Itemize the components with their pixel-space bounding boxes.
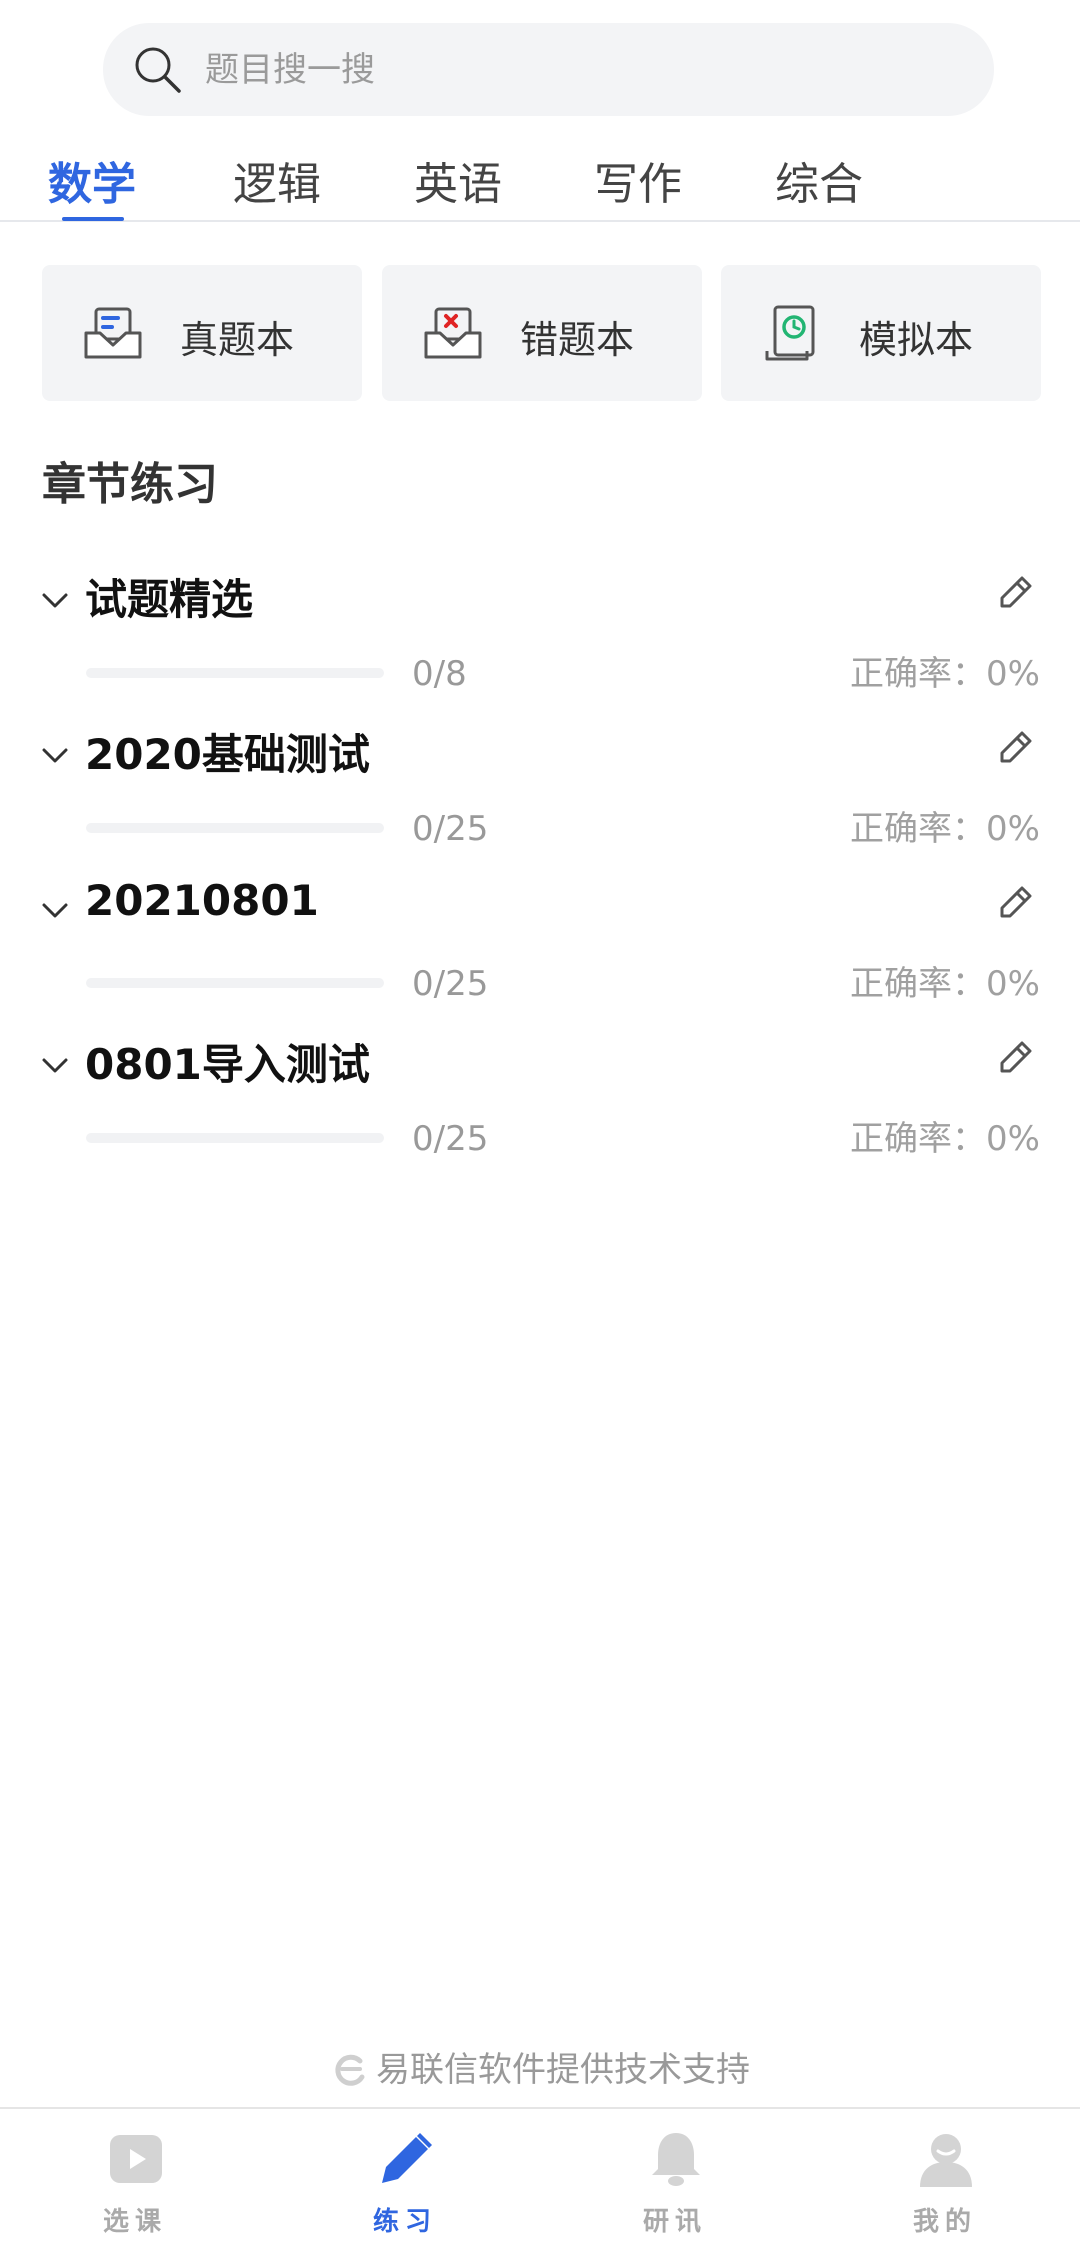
section-title: 章节练习 — [42, 459, 218, 510]
chapter-count: 0/25 — [412, 1119, 489, 1159]
mock-exam-book-label: 模拟本 — [859, 318, 974, 362]
tab-writing[interactable]: 写作 — [594, 148, 682, 212]
chapter-item[interactable]: 2020基础测试 0/25 正确率：0% — [0, 721, 1080, 876]
tab-comprehensive[interactable]: 综合 — [775, 148, 863, 212]
nav-mine[interactable]: 我的 — [810, 2109, 1080, 2247]
active-tab-indicator — [62, 217, 124, 221]
chevron-down-icon[interactable] — [40, 586, 70, 616]
search-input[interactable] — [205, 23, 965, 116]
real-exam-book-button[interactable]: 真题本 — [42, 265, 362, 401]
chapter-accuracy: 正确率：0% — [850, 1119, 1040, 1159]
pencil-edit-icon[interactable] — [994, 882, 1036, 924]
nav-courses[interactable]: 选课 — [0, 2109, 270, 2247]
chapter-title[interactable]: 试题精选 — [85, 566, 253, 627]
chapter-progress-bar — [86, 1133, 384, 1143]
scroll-clock-icon — [765, 305, 815, 361]
chapter-title[interactable]: 20210801 — [85, 876, 319, 925]
chapter-item[interactable]: 20210801 0/25 正确率：0% — [0, 876, 1080, 1031]
tech-support-text: 易联信软件提供技术支持 — [376, 2050, 750, 2090]
company-logo-icon — [335, 2054, 365, 2086]
nav-news-label: 研讯 — [642, 2207, 707, 2237]
user-icon — [920, 2134, 972, 2187]
inbox-doc-icon — [84, 307, 142, 359]
chapter-progress-bar — [86, 978, 384, 988]
mock-exam-book-button[interactable]: 模拟本 — [721, 265, 1041, 401]
pencil-edit-icon[interactable] — [994, 572, 1036, 614]
chapter-accuracy: 正确率：0% — [850, 964, 1040, 1004]
nav-courses-label: 选课 — [102, 2207, 167, 2237]
chapter-progress-bar — [86, 668, 384, 678]
chevron-down-icon[interactable] — [40, 741, 70, 771]
tech-support-note: 易联信软件提供技术支持 — [0, 2042, 1080, 2091]
chapter-title[interactable]: 0801导入测试 — [85, 1031, 370, 1092]
chapter-count: 0/8 — [412, 654, 467, 694]
chapter-item[interactable]: 试题精选 0/8 正确率：0% — [0, 566, 1080, 721]
chapter-count: 0/25 — [412, 809, 489, 849]
pencil-edit-icon[interactable] — [994, 1037, 1036, 1079]
tab-math[interactable]: 数学 — [48, 148, 136, 212]
chapter-title[interactable]: 2020基础测试 — [85, 721, 370, 782]
nav-news[interactable]: 研讯 — [540, 2109, 810, 2247]
chapter-accuracy: 正确率：0% — [850, 654, 1040, 694]
bell-icon — [652, 2133, 700, 2186]
bottom-nav: 选课 练习 研讯 我的 — [0, 2107, 1080, 2247]
tab-logic[interactable]: 逻辑 — [233, 148, 321, 212]
chapter-accuracy: 正确率：0% — [850, 809, 1040, 849]
wrong-question-book-button[interactable]: 错题本 — [382, 265, 702, 401]
nav-mine-label: 我的 — [912, 2207, 977, 2237]
chapter-progress-bar — [86, 823, 384, 833]
pencil-edit-icon[interactable] — [994, 727, 1036, 769]
subject-tabs: 数学 逻辑 英语 写作 综合 — [0, 140, 1080, 222]
nav-practice-label: 练习 — [372, 2207, 437, 2237]
search-bar[interactable] — [103, 23, 994, 116]
tab-english[interactable]: 英语 — [414, 148, 502, 212]
chapter-count: 0/25 — [412, 964, 489, 1004]
play-icon — [110, 2135, 162, 2183]
chevron-down-icon[interactable] — [40, 1051, 70, 1081]
search-icon — [135, 47, 181, 93]
pencil-icon — [382, 2133, 432, 2183]
chevron-down-icon[interactable] — [40, 896, 70, 926]
chapter-item[interactable]: 0801导入测试 0/25 正确率：0% — [0, 1031, 1080, 1186]
inbox-error-icon — [424, 307, 482, 359]
real-exam-book-label: 真题本 — [180, 318, 295, 362]
tool-row: 真题本 错题本 模拟本 — [0, 265, 1080, 401]
wrong-question-book-label: 错题本 — [520, 318, 635, 362]
nav-practice[interactable]: 练习 — [270, 2109, 540, 2247]
